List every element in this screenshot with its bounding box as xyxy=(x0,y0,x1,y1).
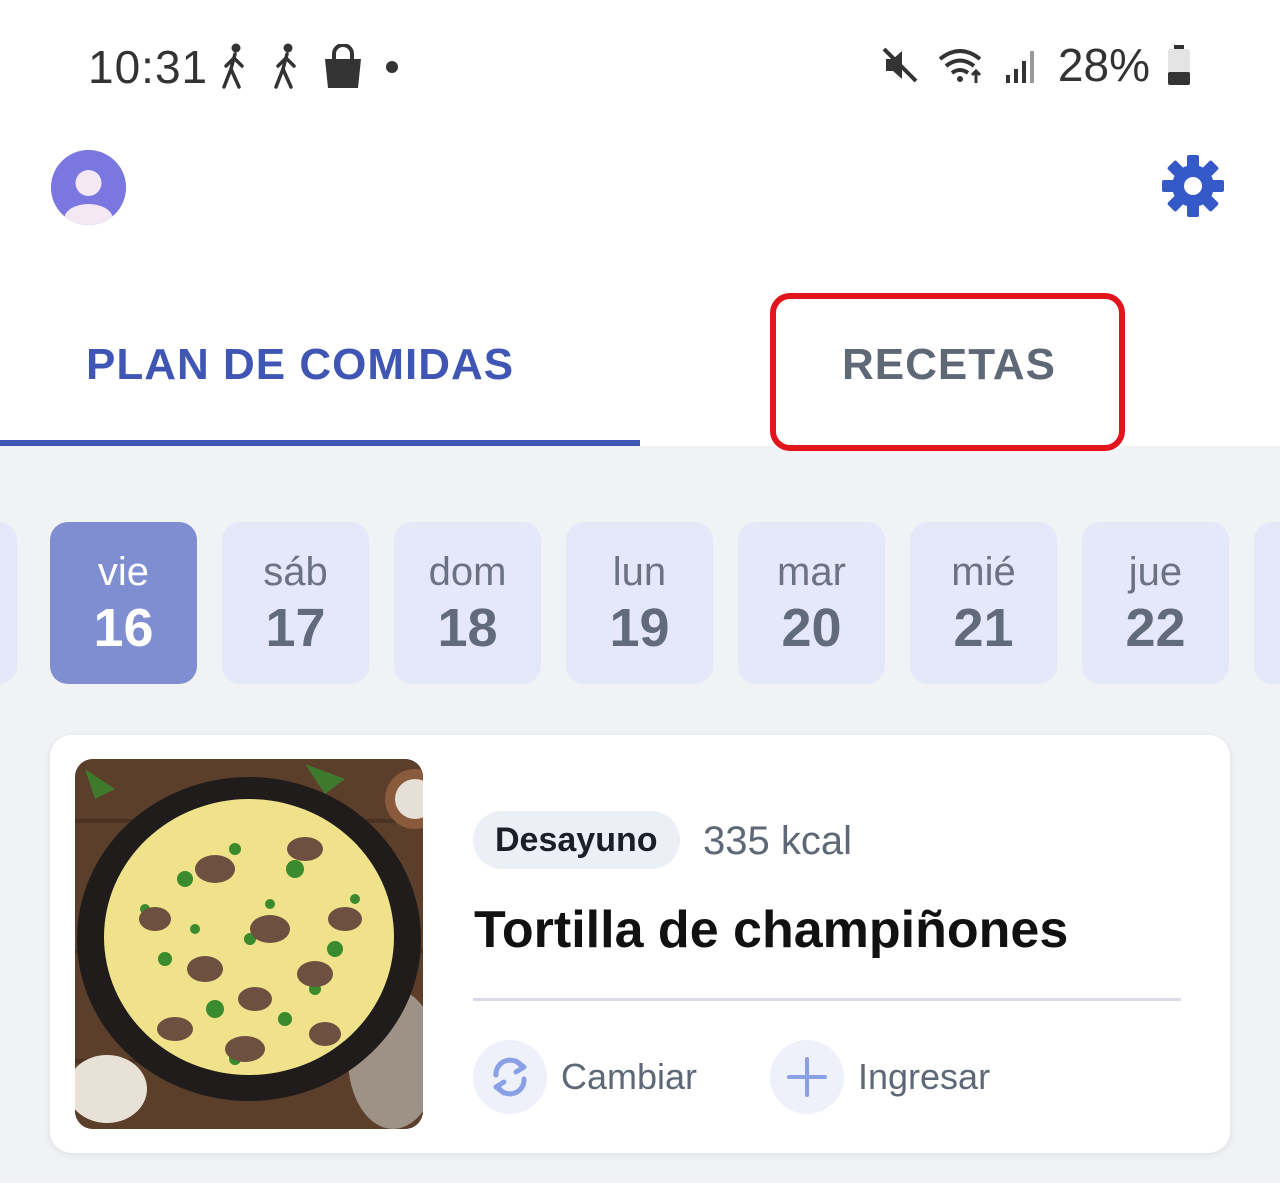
day-chip-mie-21[interactable]: mié 21 xyxy=(910,522,1057,684)
meal-card[interactable]: Desayuno 335 kcal Tortilla de champiñone… xyxy=(50,735,1230,1153)
status-right: 28% xyxy=(880,38,1192,92)
mute-icon xyxy=(882,47,918,83)
app-screen: 10:31 28% PLAN DE COMIDAS RECETAS vie 16… xyxy=(0,0,1280,1183)
day-name: mié xyxy=(951,550,1016,594)
day-name: mar xyxy=(777,550,846,594)
day-number: 22 xyxy=(1125,598,1186,658)
day-chip-vie-16[interactable]: vie 16 xyxy=(50,522,197,684)
user-avatar-icon[interactable] xyxy=(51,150,126,225)
battery-icon xyxy=(1168,45,1190,85)
meal-photo xyxy=(75,759,423,1129)
meal-title[interactable]: Tortilla de champiñones xyxy=(474,900,1068,960)
change-button[interactable]: Cambiar xyxy=(473,1040,697,1114)
meal-type-badge: Desayuno xyxy=(473,811,680,869)
swap-icon xyxy=(473,1040,547,1114)
day-name: lun xyxy=(612,550,667,594)
day-name: dom xyxy=(428,550,507,594)
avatar-person-icon xyxy=(51,150,126,225)
change-label: Cambiar xyxy=(561,1056,698,1097)
day-number: 20 xyxy=(781,598,842,658)
day-chip-sab-17[interactable]: sáb 17 xyxy=(222,522,369,684)
wifi-icon xyxy=(938,49,982,83)
status-time: 10:31 xyxy=(88,41,209,93)
day-number: 18 xyxy=(437,598,498,658)
day-number: 19 xyxy=(609,598,670,658)
log-meal-button[interactable]: Ingresar xyxy=(770,1040,990,1114)
day-name: jue xyxy=(1128,550,1183,594)
day-number: 16 xyxy=(93,598,154,658)
day-chip-next[interactable] xyxy=(1254,522,1280,684)
day-name: sáb xyxy=(263,550,328,594)
signal-icon xyxy=(1005,51,1034,83)
day-number: 21 xyxy=(953,598,1014,658)
battery-percent: 28% xyxy=(1057,39,1150,91)
active-tab-indicator xyxy=(0,440,640,446)
status-left-icons xyxy=(218,42,402,92)
walking-person-icon xyxy=(222,43,244,89)
gear-icon[interactable] xyxy=(1160,153,1226,219)
walking-person-icon xyxy=(274,43,296,89)
plus-icon xyxy=(770,1040,844,1114)
top-panel: 10:31 28% PLAN DE COMIDAS RECETAS xyxy=(0,0,1280,451)
day-chip-mar-20[interactable]: mar 20 xyxy=(738,522,885,684)
card-divider xyxy=(473,998,1181,1001)
day-chip-lun-19[interactable]: lun 19 xyxy=(566,522,713,684)
omelette-image xyxy=(75,759,423,1129)
shopping-bag-icon xyxy=(325,44,361,88)
day-chip-jue-22[interactable]: jue 22 xyxy=(1082,522,1229,684)
recetas-highlight-box xyxy=(770,293,1125,451)
meal-kcal: 335 kcal xyxy=(703,819,852,863)
day-chip-dom-18[interactable]: dom 18 xyxy=(394,522,541,684)
dot-icon xyxy=(386,61,398,73)
tab-plan-de-comidas[interactable]: PLAN DE COMIDAS xyxy=(86,340,514,390)
day-name: vie xyxy=(97,550,150,594)
log-label: Ingresar xyxy=(858,1056,991,1097)
day-number: 17 xyxy=(265,598,326,658)
day-chip-prev[interactable] xyxy=(0,522,17,684)
